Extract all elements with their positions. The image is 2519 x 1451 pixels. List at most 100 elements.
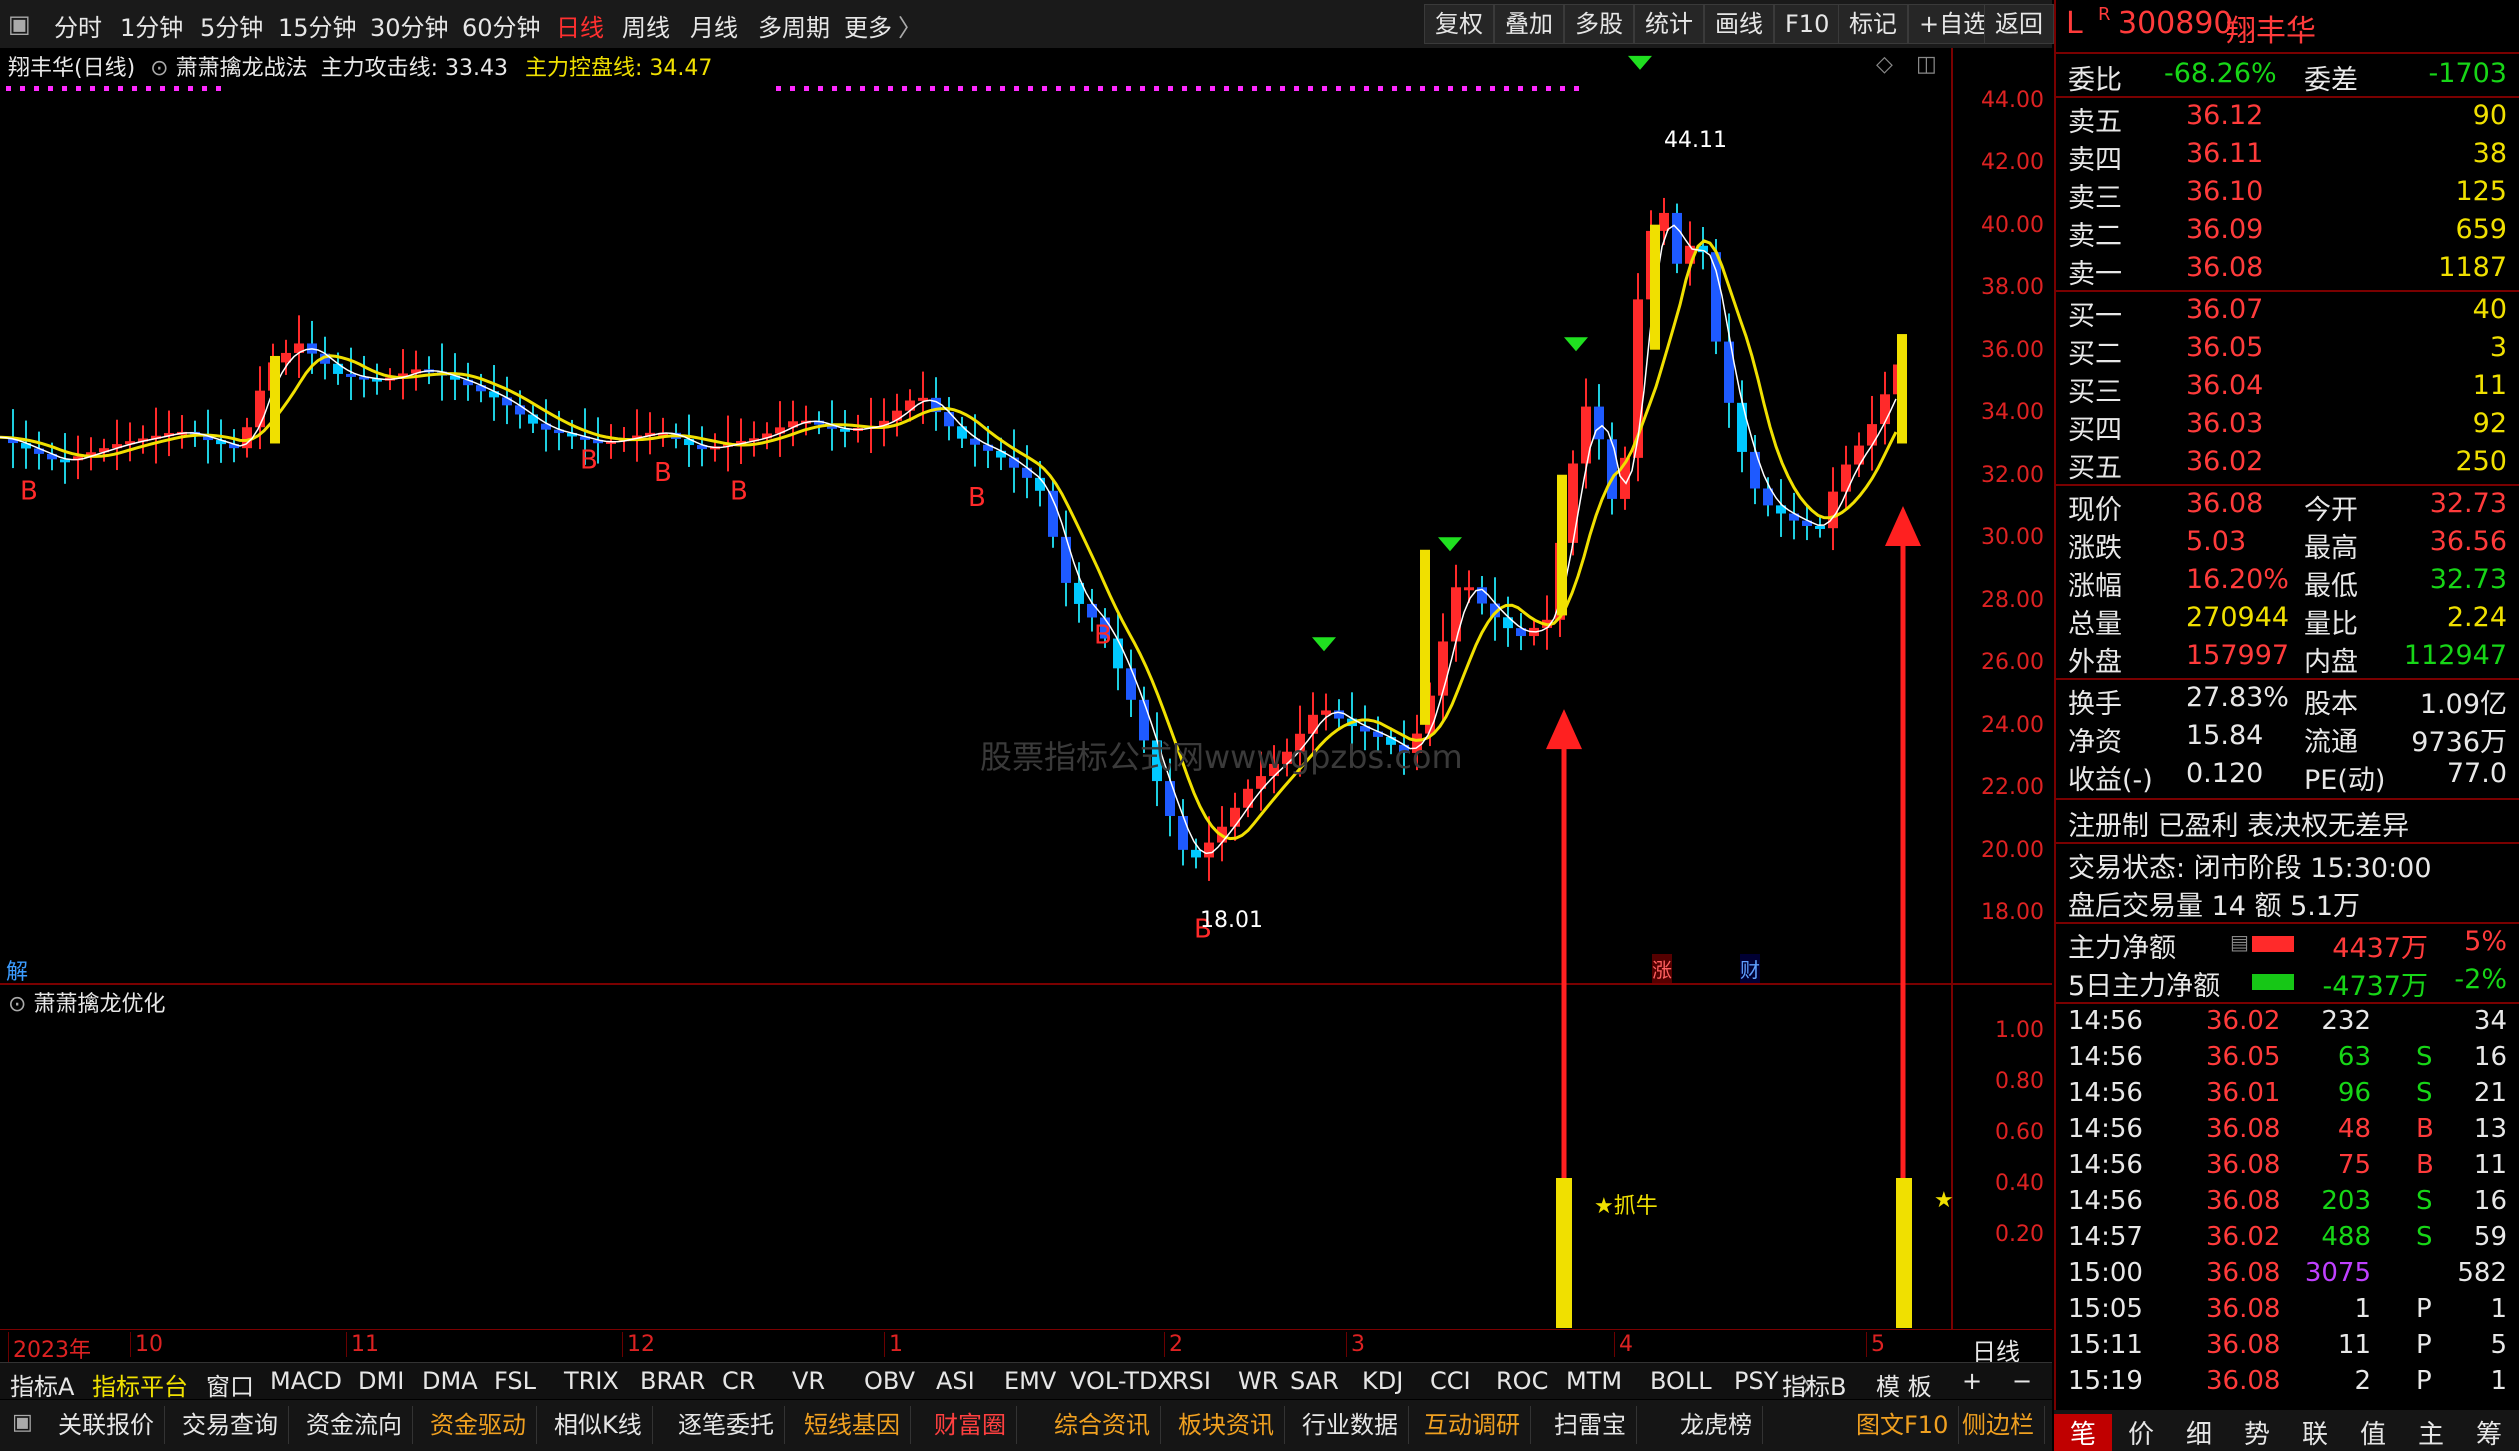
function-tab[interactable]: 短线基因 [794, 1406, 911, 1444]
list-icon[interactable]: ▤ [2230, 930, 2249, 954]
indicator-tab[interactable]: WR [1238, 1367, 1278, 1395]
function-tab[interactable]: 板块资讯 [1168, 1406, 1285, 1444]
multi-stock-button[interactable]: 多股 [1564, 4, 1634, 44]
quote-tab[interactable]: 笔 [2054, 1414, 2112, 1451]
indicator-tab[interactable]: TRIX [564, 1367, 619, 1395]
indicator-tab[interactable]: 指标平台 [92, 1367, 188, 1402]
quote-tab[interactable]: 细 [2170, 1414, 2228, 1451]
bid-row[interactable]: 买一 36.07 40 [2056, 294, 2519, 332]
ask-row[interactable]: 卖三 36.10 125 [2056, 176, 2519, 214]
indicator-right-button[interactable]: − [2012, 1367, 2032, 1395]
function-tab[interactable]: 图文F10 [1846, 1406, 1960, 1444]
period-daily[interactable]: 日线 [556, 8, 604, 43]
quote-tab[interactable]: 势 [2228, 1414, 2286, 1451]
indicator-right-button[interactable]: 指标B [1782, 1367, 1846, 1402]
chevron-down-icon[interactable]: ⊙ [8, 992, 26, 1017]
chevron-right-icon[interactable]: 〉 [898, 8, 922, 43]
function-tab[interactable]: 综合资讯 [1044, 1406, 1161, 1444]
indicator-tab[interactable]: RSI [1172, 1367, 1211, 1395]
back-button[interactable]: 返回 [1984, 4, 2054, 44]
zhang-icon[interactable]: 涨 [1652, 954, 1672, 983]
function-tab[interactable]: 资金驱动 [420, 1406, 537, 1444]
bid-row[interactable]: 买五 36.02 250 [2056, 446, 2519, 484]
cai-icon[interactable]: 财 [1740, 954, 1760, 983]
period-15min[interactable]: 15分钟 [278, 8, 357, 43]
diamond-icon[interactable]: ◇ [1876, 52, 1893, 77]
indicator-tab[interactable]: DMI [358, 1367, 404, 1395]
period-1min[interactable]: 1分钟 [120, 8, 183, 43]
overlay-button[interactable]: 叠加 [1494, 4, 1564, 44]
bid-row[interactable]: 买三 36.04 11 [2056, 370, 2519, 408]
grid-icon[interactable]: ▣ [12, 1410, 33, 1435]
menu-icon[interactable]: ▣ [8, 10, 31, 38]
tick-volume: 232 [2321, 1006, 2371, 1036]
period-weekly[interactable]: 周线 [622, 8, 670, 43]
period-60min[interactable]: 60分钟 [462, 8, 541, 43]
function-tab[interactable]: 交易查询 [172, 1406, 289, 1444]
indicator-tab[interactable]: ASI [936, 1367, 975, 1395]
period-fenshi[interactable]: 分时 [54, 8, 102, 43]
quote-tab[interactable]: 价 [2112, 1414, 2170, 1451]
indicator-tab[interactable]: 窗口 [206, 1367, 254, 1402]
period-30min[interactable]: 30分钟 [370, 8, 449, 43]
function-tab[interactable]: 侧边栏 [1952, 1406, 2045, 1444]
indicator-tab[interactable]: VR [792, 1367, 825, 1395]
indicator-tab[interactable]: SAR [1290, 1367, 1339, 1395]
indicator-tab[interactable]: BOLL [1650, 1367, 1712, 1395]
function-tab[interactable]: 关联报价 [48, 1406, 165, 1444]
ask-row[interactable]: 卖四 36.11 38 [2056, 138, 2519, 176]
function-tab[interactable]: 逐笔委托 [668, 1406, 785, 1444]
indicator-tab[interactable]: CCI [1430, 1367, 1471, 1395]
indicator-tab[interactable]: MACD [270, 1367, 342, 1395]
function-tab[interactable]: 行业数据 [1292, 1406, 1409, 1444]
indicator-tab[interactable]: OBV [864, 1367, 915, 1395]
capital-flow-row[interactable]: 5日主力净额 -4737万 -2% [2056, 964, 2519, 1002]
function-tab[interactable]: 扫雷宝 [1544, 1406, 1637, 1444]
ask-row[interactable]: 卖一 36.08 1187 [2056, 252, 2519, 290]
period-more[interactable]: 更多 [844, 8, 892, 43]
window-icon[interactable]: ◫ [1916, 52, 1937, 77]
tick-flag: B [2416, 1150, 2434, 1180]
function-tab[interactable]: 资金流向 [296, 1406, 413, 1444]
chevron-down-icon[interactable]: ⊙ [150, 56, 168, 81]
indicator-tab[interactable]: VOL-TDX [1070, 1367, 1174, 1395]
indicator-tab[interactable]: ROC [1496, 1367, 1548, 1395]
ask-row[interactable]: 卖二 36.09 659 [2056, 214, 2519, 252]
kline-chart[interactable]: BBBBBBB 翔丰华(日线) ⊙ 萧萧擒龙战法 主力攻击线: 33.43 主力… [0, 48, 2052, 1366]
fuquan-button[interactable]: 复权 [1424, 4, 1494, 44]
period-multi[interactable]: 多周期 [758, 8, 830, 43]
function-tab[interactable]: 互动调研 [1414, 1406, 1531, 1444]
stats-button[interactable]: 统计 [1634, 4, 1704, 44]
indicator-tab[interactable]: PSY [1734, 1367, 1778, 1395]
function-tab[interactable]: 财富圈 [924, 1406, 1017, 1444]
indicator-tab[interactable]: DMA [422, 1367, 478, 1395]
indicator-tab[interactable]: MTM [1566, 1367, 1622, 1395]
green-down-marker [1312, 637, 1336, 652]
capital-flow-row[interactable]: 主力净额 4437万 5% [2056, 926, 2519, 964]
quote-tab[interactable]: 联 [2286, 1414, 2344, 1451]
indicator-tab[interactable]: 指标A [10, 1367, 74, 1402]
bid-row[interactable]: 买二 36.05 3 [2056, 332, 2519, 370]
indicator-right-button[interactable]: 模 板 [1876, 1367, 1932, 1402]
period-5min[interactable]: 5分钟 [200, 8, 263, 43]
bid-row[interactable]: 买四 36.03 92 [2056, 408, 2519, 446]
signal-dot [1042, 86, 1047, 91]
quote-tab[interactable]: 值 [2344, 1414, 2402, 1451]
indicator-tab[interactable]: CR [722, 1367, 755, 1395]
function-tab[interactable]: 相似K线 [544, 1406, 653, 1444]
jie-icon[interactable]: 解 [6, 954, 28, 986]
draw-line-button[interactable]: 画线 [1704, 4, 1774, 44]
function-tab[interactable]: 龙虎榜 [1670, 1406, 1763, 1444]
quote-tab[interactable]: 主 [2402, 1414, 2460, 1451]
bid-label: 买一 [2068, 301, 2122, 332]
period-monthly[interactable]: 月线 [690, 8, 738, 43]
indicator-tab[interactable]: FSL [494, 1367, 536, 1395]
indicator-tab[interactable]: KDJ [1362, 1367, 1403, 1395]
indicator-right-button[interactable]: + [1962, 1367, 1982, 1395]
mark-button[interactable]: 标记 [1838, 4, 1908, 44]
indicator-tab[interactable]: EMV [1004, 1367, 1056, 1395]
f10-button[interactable]: F10 [1774, 4, 1841, 44]
ask-row[interactable]: 卖五 36.12 90 [2056, 100, 2519, 138]
indicator-tab[interactable]: BRAR [640, 1367, 705, 1395]
quote-tab[interactable]: 筹 [2460, 1414, 2518, 1451]
